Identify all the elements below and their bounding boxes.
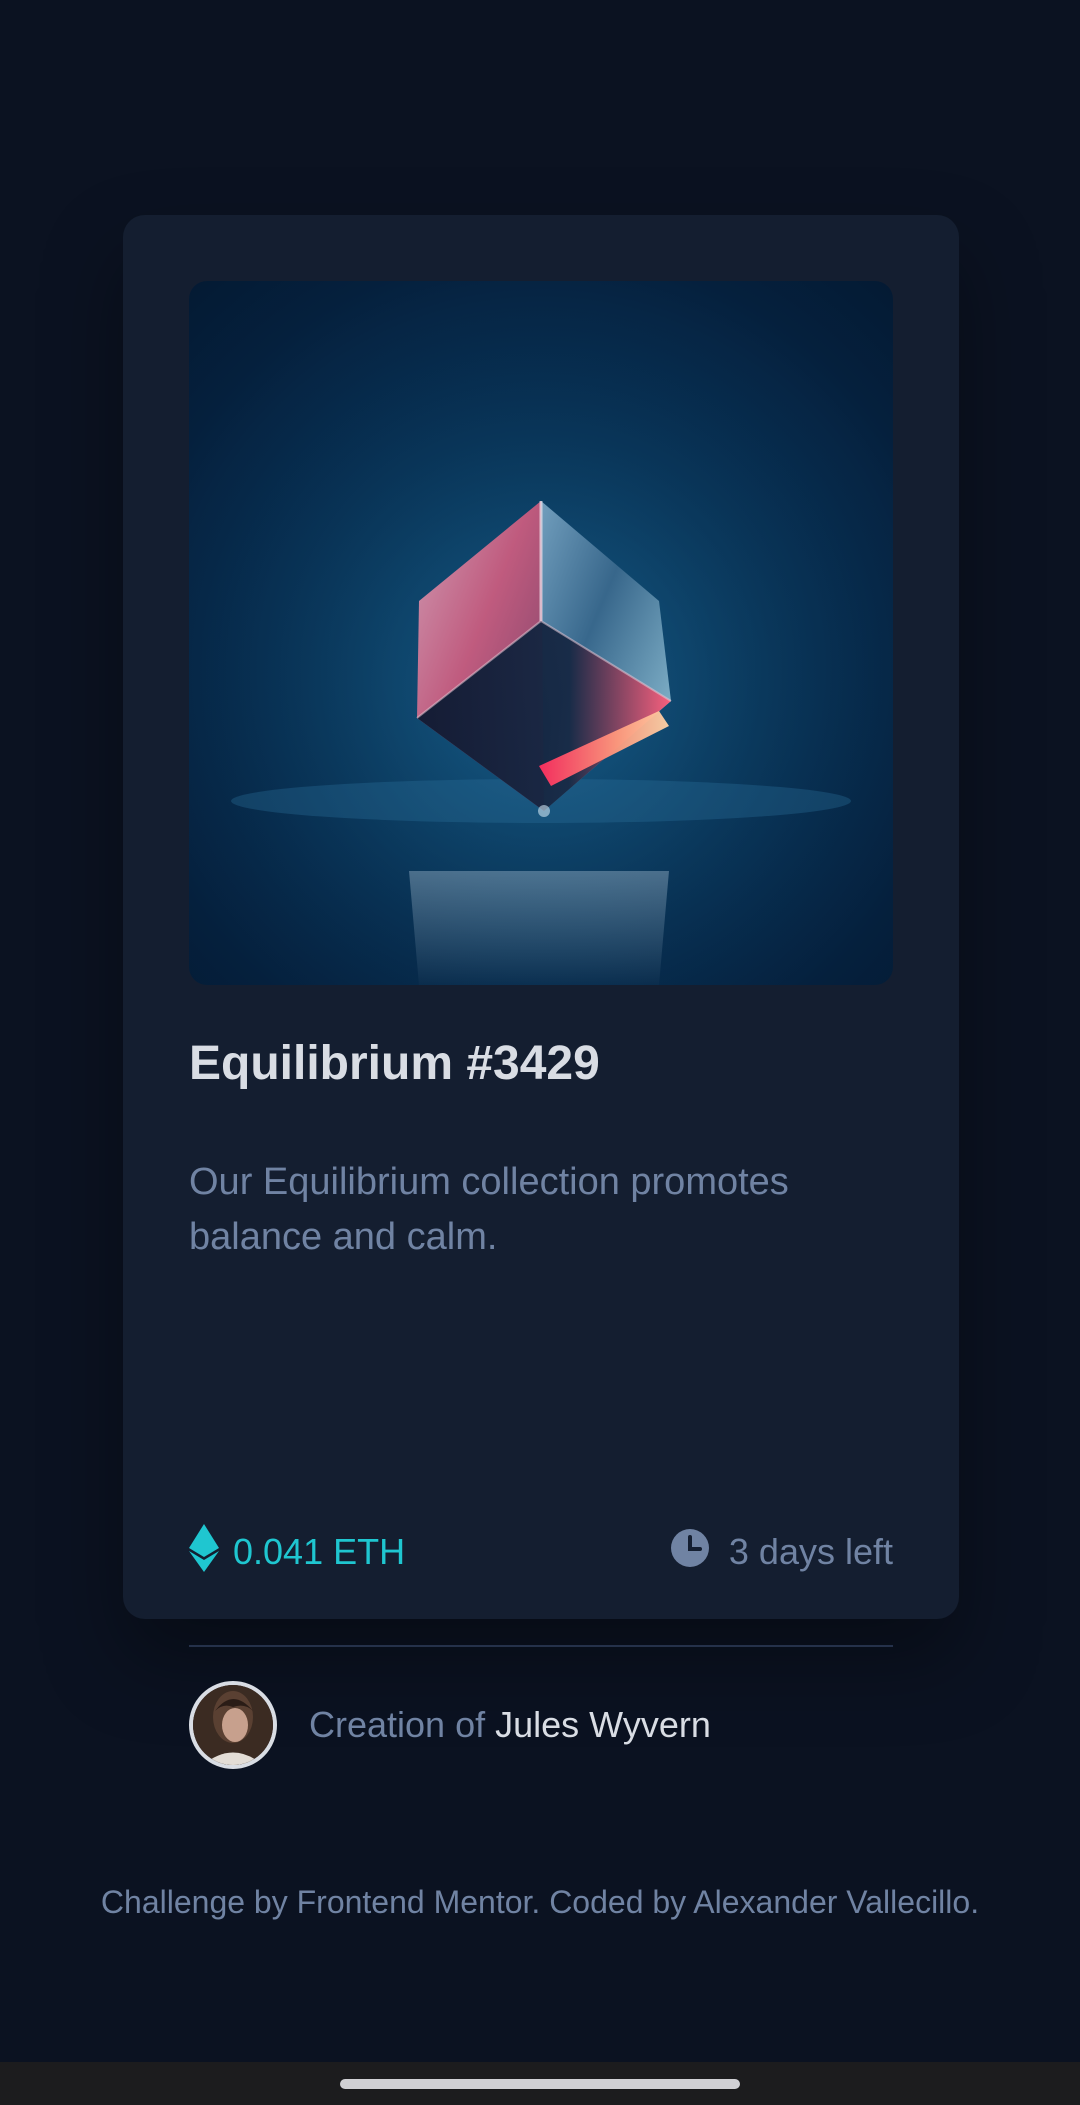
attribution-footer: Challenge by Frontend Mentor. Coded by A… (100, 1884, 980, 1920)
creator-avatar (189, 1681, 277, 1769)
nft-description: Our Equilibrium collection promotes bala… (189, 1161, 789, 1258)
creator-label: Creation of Jules Wyvern (309, 1704, 711, 1746)
ethereum-icon (189, 1523, 219, 1581)
equilibrium-cube-image (189, 281, 893, 985)
price-value: 0.041 ETH (233, 1531, 406, 1572)
nft-card: Equilibrium #3429 Our Equilibrium collec… (123, 215, 959, 1769)
creator-name-link[interactable]: Jules Wyvern (495, 1704, 711, 1745)
home-gesture-handle[interactable] (340, 2079, 740, 2089)
time-left-text: 3 days left (728, 1531, 893, 1572)
nft-title[interactable]: Equilibrium #3429 (189, 1035, 600, 1093)
time-remaining: 3 days left (670, 1525, 893, 1579)
creator-prefix: Creation of (309, 1704, 486, 1745)
system-navigation-bar (0, 2062, 1080, 2105)
divider (189, 1645, 893, 1647)
price-info: 0.041 ETH (189, 1523, 406, 1581)
creator-info: Creation of Jules Wyvern (189, 1681, 711, 1769)
clock-icon (670, 1528, 709, 1576)
nft-preview-image[interactable] (189, 281, 893, 985)
